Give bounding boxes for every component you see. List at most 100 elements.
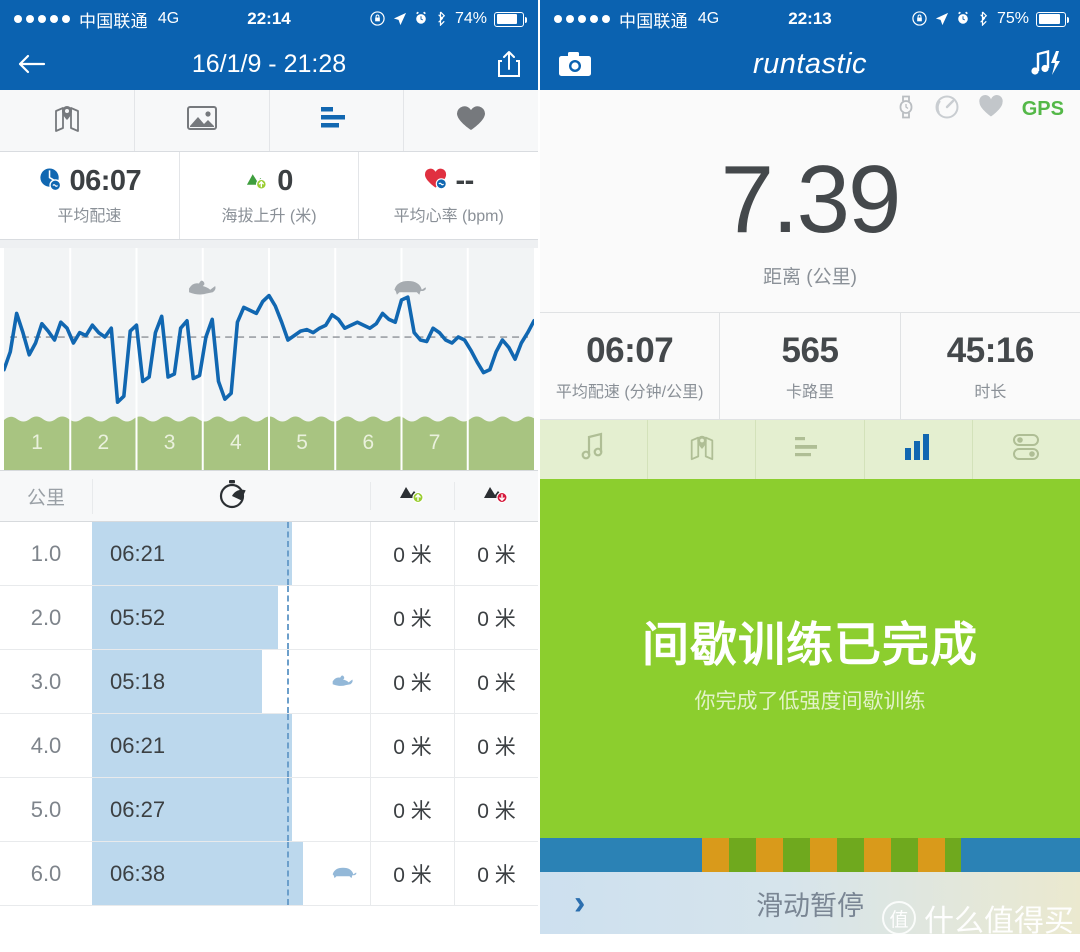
cell-pace: 05:18 <box>92 650 370 713</box>
cell-km: 2.0 <box>30 604 62 630</box>
map-pin-icon <box>686 432 718 467</box>
duration-value: 45:16 <box>946 330 1035 370</box>
cell-km: 3.0 <box>30 668 62 694</box>
distance-label: 距离 (公里) <box>763 266 857 288</box>
turtle-icon <box>328 861 358 886</box>
table-row[interactable]: 3.0 05:18 0 米0 米 <box>0 650 538 714</box>
bar-chart-icon <box>903 432 933 467</box>
back-button[interactable] <box>16 53 46 75</box>
column-header-elevation-loss <box>454 482 538 510</box>
stat-calories: 565 卡路里 <box>720 313 901 419</box>
stopwatch-icon <box>218 479 246 514</box>
svg-text:1: 1 <box>31 431 43 454</box>
interval-segment <box>837 838 864 872</box>
cell-elevation-gain: 0 米 <box>370 586 454 649</box>
battery-percent-label: 74% <box>454 10 487 27</box>
column-header-elevation-gain <box>370 482 454 510</box>
average-pace-line <box>286 778 289 841</box>
sensor-status-row: GPS <box>540 90 1080 128</box>
interval-segment <box>783 838 810 872</box>
avg-pace-value: 06:07 <box>69 165 142 197</box>
summary-heart-rate: -- 平均心率 (bpm) <box>359 152 538 239</box>
elevation-gain-icon <box>245 168 270 195</box>
rotation-lock-icon <box>370 10 385 28</box>
avg-pace-label: 平均配速 (分钟/公里) <box>555 383 704 401</box>
elevation-up-icon <box>398 482 428 510</box>
sidebar-item-splits[interactable] <box>270 90 405 151</box>
image-icon <box>186 104 218 137</box>
speed-sensor-icon <box>934 94 960 125</box>
cell-elevation-loss: 0 米 <box>454 778 538 841</box>
dual-phone-screenshot: 中国联通 4G 22:14 74% 16/1/9 - 21:28 06:07 平… <box>0 0 1080 952</box>
pace-value: 06:21 <box>110 732 166 758</box>
page-title: 16/1/9 - 21:28 <box>191 49 347 78</box>
average-pace-line <box>286 586 289 649</box>
bluetooth-icon <box>977 11 988 28</box>
cell-pace: 06:38 <box>92 842 370 905</box>
music-flash-icon[interactable] <box>1030 49 1062 79</box>
bar-list-icon <box>793 434 827 465</box>
table-row[interactable]: 4.0 06:21 0 米0 米 <box>0 714 538 778</box>
tab-stats[interactable] <box>865 420 973 479</box>
tab-map[interactable] <box>648 420 757 479</box>
interval-segment <box>702 838 729 872</box>
summary-avg-pace: 06:07 平均配速 <box>0 152 180 239</box>
pace-icon <box>38 167 63 197</box>
table-row[interactable]: 2.0 05:52 0 米0 米 <box>0 586 538 650</box>
banner-title: 间歇训练已完成 <box>642 617 978 671</box>
left-status-bar: 中国联通 4G 22:14 74% <box>0 0 538 38</box>
banner-subtitle: 你完成了低强度间歇训练 <box>694 689 926 713</box>
cell-elevation-loss: 0 米 <box>454 714 538 777</box>
cell-elevation-gain: 0 米 <box>370 778 454 841</box>
cell-km: 5.0 <box>30 796 62 822</box>
watermark: 值 什么值得买 <box>882 896 1074 940</box>
left-nav-bar: 16/1/9 - 21:28 <box>0 38 538 90</box>
distance-value: 7.39 <box>720 145 902 253</box>
right-tab-strip <box>540 420 1080 482</box>
tab-settings[interactable] <box>973 420 1080 479</box>
left-panel-session-detail: 中国联通 4G 22:14 74% 16/1/9 - 21:28 06:07 平… <box>0 0 540 952</box>
table-row[interactable]: 5.0 06:27 0 米0 米 <box>0 778 538 842</box>
table-row[interactable]: 1.0 06:21 0 米0 米 <box>0 522 538 586</box>
interval-segment <box>729 838 756 872</box>
tab-list[interactable] <box>756 420 865 479</box>
calories-label: 卡路里 <box>785 383 834 401</box>
pace-value: 06:27 <box>110 796 166 822</box>
heart-icon <box>978 95 1004 123</box>
pace-chart-svg: 1 2 3 4 5 6 7 <box>4 248 534 470</box>
avg-pace-label: 平均配速 <box>57 208 122 225</box>
average-pace-line <box>286 650 289 713</box>
distance-hero-stat: 7.39 距离 (公里) <box>540 128 1080 312</box>
watch-icon <box>896 94 916 125</box>
share-icon[interactable] <box>496 49 522 79</box>
location-arrow-icon <box>392 11 407 28</box>
elevation-gain-value: 0 <box>277 165 293 197</box>
bar-list-icon <box>319 105 353 136</box>
sidebar-item-heartrate[interactable] <box>404 90 538 151</box>
sidebar-item-map[interactable] <box>0 90 135 151</box>
cell-km: 6.0 <box>30 860 62 886</box>
avg-pace-value: 06:07 <box>586 330 674 370</box>
cell-elevation-loss: 0 米 <box>454 650 538 713</box>
chart-grass-band <box>4 414 534 470</box>
pace-value: 05:52 <box>110 604 166 630</box>
map-pin-icon <box>51 102 83 139</box>
heart-rate-value: -- <box>455 165 475 197</box>
tab-music[interactable] <box>540 420 649 479</box>
right-status-bar: 中国联通 4G 22:13 75% <box>540 0 1080 38</box>
interval-segment <box>891 838 918 872</box>
secondary-stats-row: 06:07 平均配速 (分钟/公里) 565 卡路里 45:16 时长 <box>540 312 1080 420</box>
cell-pace: 06:21 <box>92 522 370 585</box>
cell-elevation-loss: 0 米 <box>454 586 538 649</box>
sidebar-item-photos[interactable] <box>135 90 270 151</box>
app-logo: runtastic <box>752 47 868 80</box>
table-row[interactable]: 6.0 06:38 0 米0 米 <box>0 842 538 906</box>
camera-icon[interactable] <box>558 51 592 77</box>
cell-pace: 06:21 <box>92 714 370 777</box>
svg-text:5: 5 <box>296 431 308 454</box>
cell-elevation-gain: 0 米 <box>370 650 454 713</box>
svg-text:4: 4 <box>230 431 242 454</box>
cell-km: 4.0 <box>30 732 62 758</box>
battery-percent-label: 75% <box>996 10 1029 27</box>
cell-elevation-gain: 0 米 <box>370 842 454 905</box>
